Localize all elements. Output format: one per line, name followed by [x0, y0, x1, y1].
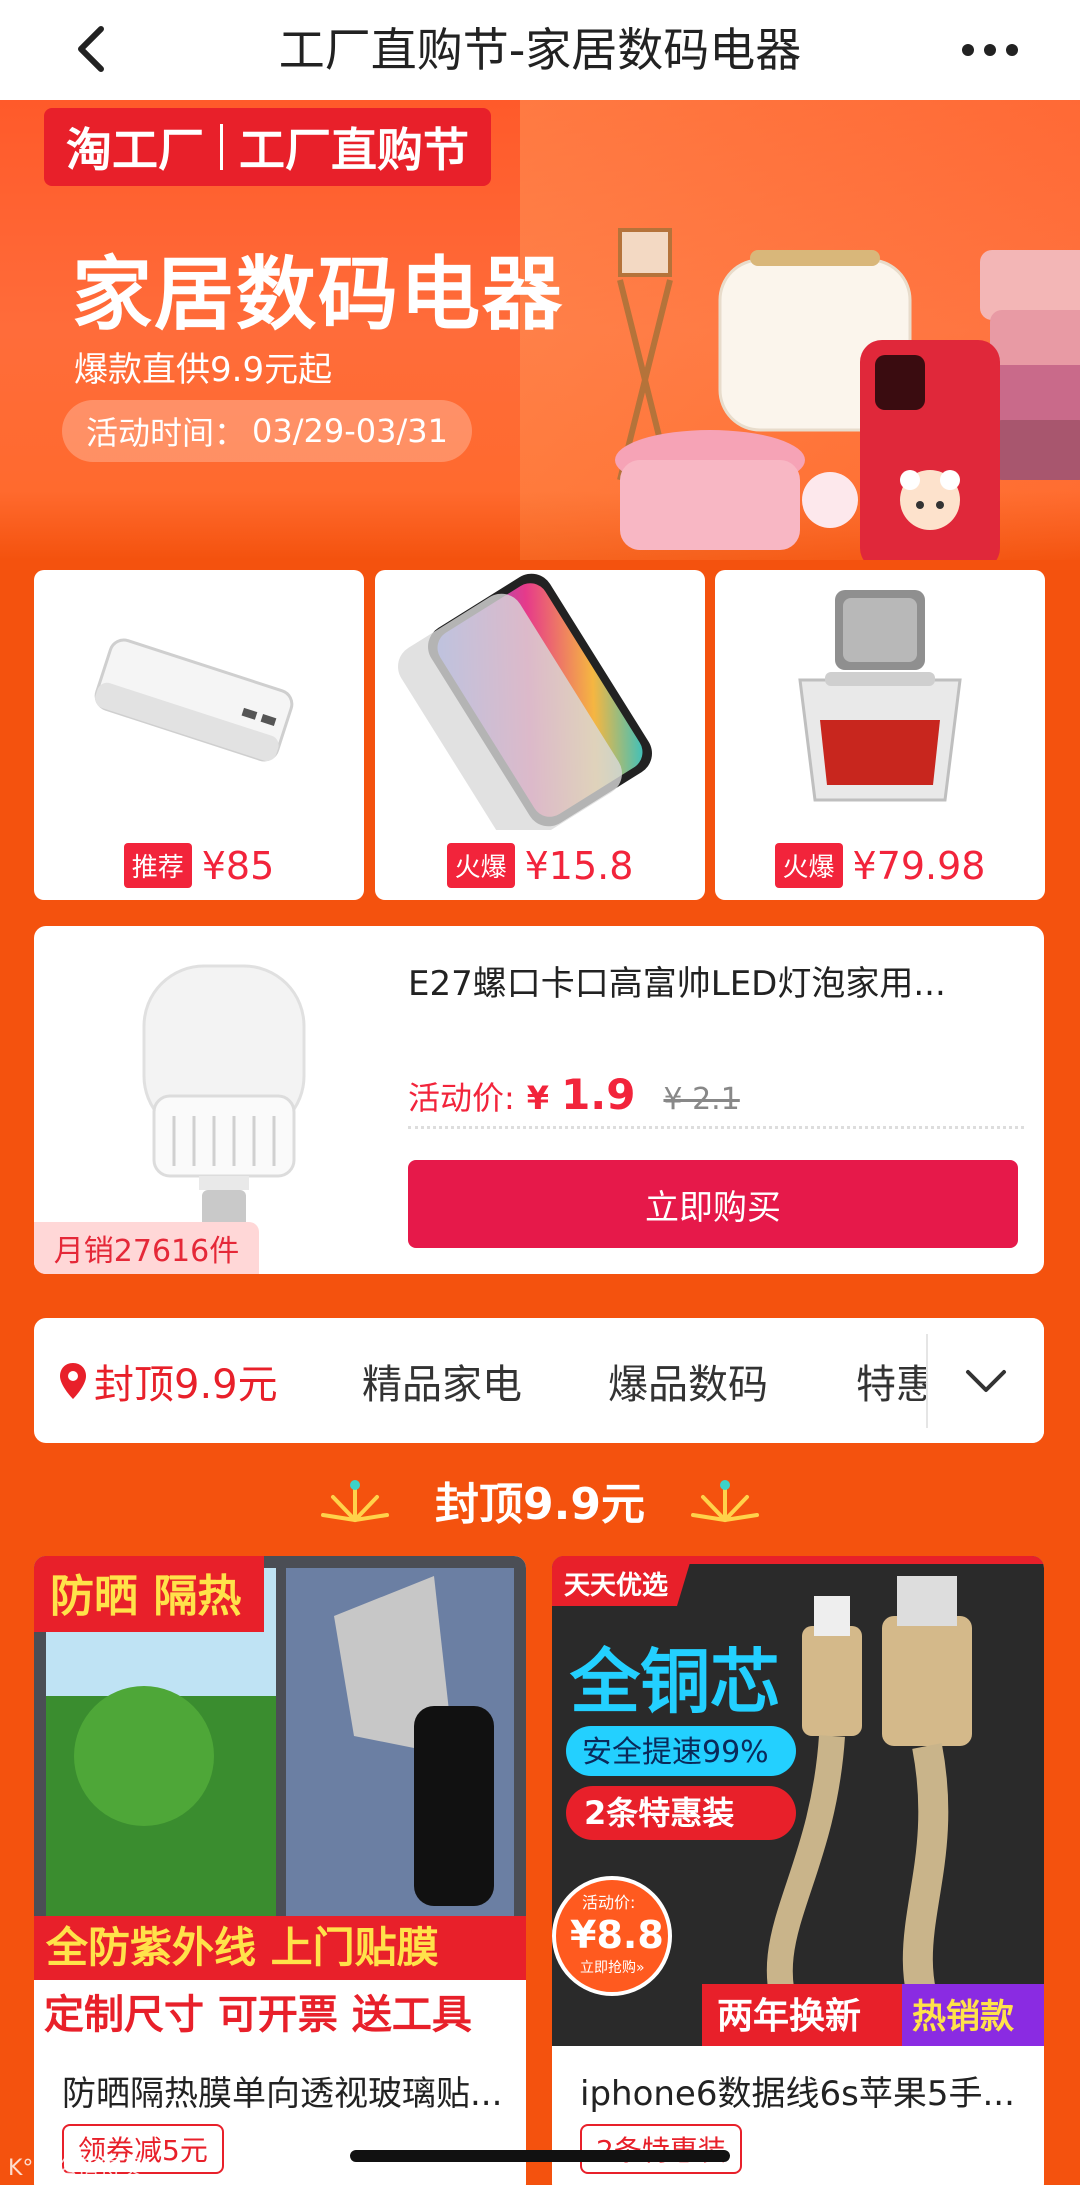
featured-product-title[interactable]: E27螺口卡口高富帅LED灯泡家用... [408, 956, 1018, 1005]
activity-time-label: 活动时间： [86, 414, 247, 452]
image-caption: 定制尺寸 可开票 送工具 [44, 1992, 472, 2038]
power-bank-image [94, 638, 294, 762]
price-row: 火爆 ¥15.8 [375, 843, 705, 888]
more-dots-icon [962, 44, 1018, 56]
watermark: K°什么值得买 [8, 2156, 144, 2181]
product-tag: 推荐 [123, 843, 192, 888]
coupon-badge[interactable]: 2条特惠装 [580, 2124, 742, 2174]
image-caption: 活动价: [582, 1893, 635, 1912]
image-caption: 全铜芯 [569, 1641, 780, 1723]
expand-categories-button[interactable] [928, 1318, 1044, 1443]
grid-product-title[interactable]: 防晒隔热膜单向透视玻璃贴... [62, 2066, 512, 2115]
image-caption: 热销款 [912, 1997, 1014, 2037]
chevron-down-icon [966, 1369, 1006, 1392]
back-button[interactable] [60, 14, 120, 84]
divider [408, 1126, 1024, 1129]
activity-price-label: 活动价: [408, 1079, 515, 1117]
firework-icon [321, 1480, 390, 1522]
product-price: ¥85 [201, 843, 275, 888]
category-tab-bar: 封顶9.9元 精品家电 爆品数码 特惠 [34, 1318, 1044, 1443]
image-caption: 2条特惠装 [584, 1794, 734, 1832]
image-caption: 全防紫外线 上门贴膜 [45, 1923, 439, 1972]
product-tag: 火爆 [774, 843, 843, 888]
led-bulb-image [142, 964, 306, 1230]
image-caption: 两年换新 [717, 1996, 861, 2037]
banner-subheading: 爆款直供9.9元起 [74, 350, 333, 390]
usb-cable-image: 天天优选 全铜芯 安全提速99% 2条特惠装 活动价: ¥8.8 立即抢购» 两… [552, 1556, 1044, 2046]
featured-price-row: 活动价: ¥ 1.9 ¥ 2.1 [408, 1070, 740, 1119]
tab-capped-9-9[interactable]: 封顶9.9元 [58, 1318, 278, 1443]
grid-product-title[interactable]: iphone6数据线6s苹果5手... [580, 2066, 1030, 2115]
nav-bar: 工厂直购节-家居数码电器 [0, 0, 1080, 100]
tab-premium-appliances[interactable]: 精品家电 [362, 1318, 522, 1443]
chevron-left-icon [78, 26, 104, 72]
tab-special-offer[interactable]: 特惠 [856, 1318, 936, 1443]
location-pin-icon [60, 1362, 86, 1399]
activity-time-pill: 活动时间： 03/29-03/31 [62, 400, 472, 462]
monthly-sales-badge: 月销27616件 [34, 1222, 259, 1274]
product-price: ¥79.98 [852, 843, 986, 888]
brand-left-label: 淘工厂 [66, 123, 204, 177]
window-film-image: 防晒 隔热 全防紫外线 上门贴膜 定制尺寸 可开票 送工具 [34, 1556, 526, 2046]
original-price: ¥ 2.1 [663, 1082, 740, 1117]
product-card-1[interactable]: 推荐 ¥85 [34, 570, 364, 900]
banner-products-illustration [615, 228, 1080, 560]
product-card-3[interactable]: 火爆 ¥79.98 [715, 570, 1045, 900]
tab-hot-digital[interactable]: 爆品数码 [608, 1318, 768, 1443]
activity-price-value: 1.9 [561, 1070, 636, 1119]
screen-protector-image [398, 573, 652, 830]
brand-badge: 淘工厂 工厂直购节 [44, 108, 491, 186]
more-button[interactable] [950, 20, 1030, 80]
image-caption: ¥8.8 [570, 1913, 664, 1957]
buy-now-button[interactable]: 立即购买 [408, 1160, 1018, 1248]
product-tag: 火爆 [446, 843, 515, 888]
tab-label: 封顶9.9元 [94, 1361, 278, 1408]
brand-separator [220, 124, 223, 170]
price-row: 火爆 ¥79.98 [715, 843, 1045, 888]
banner-heading: 家居数码电器 [72, 248, 564, 341]
product-price: ¥15.8 [524, 843, 634, 888]
grid-product-card-2[interactable]: 天天优选 全铜芯 安全提速99% 2条特惠装 活动价: ¥8.8 立即抢购» 两… [552, 1556, 1044, 2185]
tab-label: 精品家电 [362, 1361, 522, 1408]
image-caption: 立即抢购» [580, 1959, 645, 1976]
tab-label: 特惠 [856, 1361, 936, 1408]
price-row: 推荐 ¥85 [34, 843, 364, 888]
image-caption: 天天优选 [564, 1571, 668, 1601]
product-card-2[interactable]: 火爆 ¥15.8 [375, 570, 705, 900]
firework-icon [690, 1480, 759, 1522]
grid-product-card-1[interactable]: 防晒 隔热 全防紫外线 上门贴膜 定制尺寸 可开票 送工具 防晒隔热膜单向透视玻… [34, 1556, 526, 2185]
activity-time-value: 03/29-03/31 [252, 412, 448, 450]
image-caption: 防晒 隔热 [50, 1571, 241, 1622]
currency-symbol: ¥ [526, 1079, 550, 1117]
promo-banner[interactable]: 淘工厂 工厂直购节 家居数码电器 爆款直供9.9元起 活动时间： 03/29-0… [0, 100, 1080, 560]
home-indicator[interactable] [350, 2150, 730, 2162]
section-header: 封顶9.9元 [0, 1460, 1080, 1540]
brand-right-label: 工厂直购节 [239, 123, 469, 177]
section-title: 封顶9.9元 [435, 1479, 645, 1530]
page-title: 工厂直购节-家居数码电器 [278, 23, 802, 77]
tab-label: 爆品数码 [608, 1361, 768, 1408]
image-caption: 安全提速99% [582, 1735, 769, 1770]
food-chopper-image [798, 590, 962, 802]
featured-product-card[interactable]: 月销27616件 E27螺口卡口高富帅LED灯泡家用... 活动价: ¥ 1.9… [34, 926, 1044, 1274]
